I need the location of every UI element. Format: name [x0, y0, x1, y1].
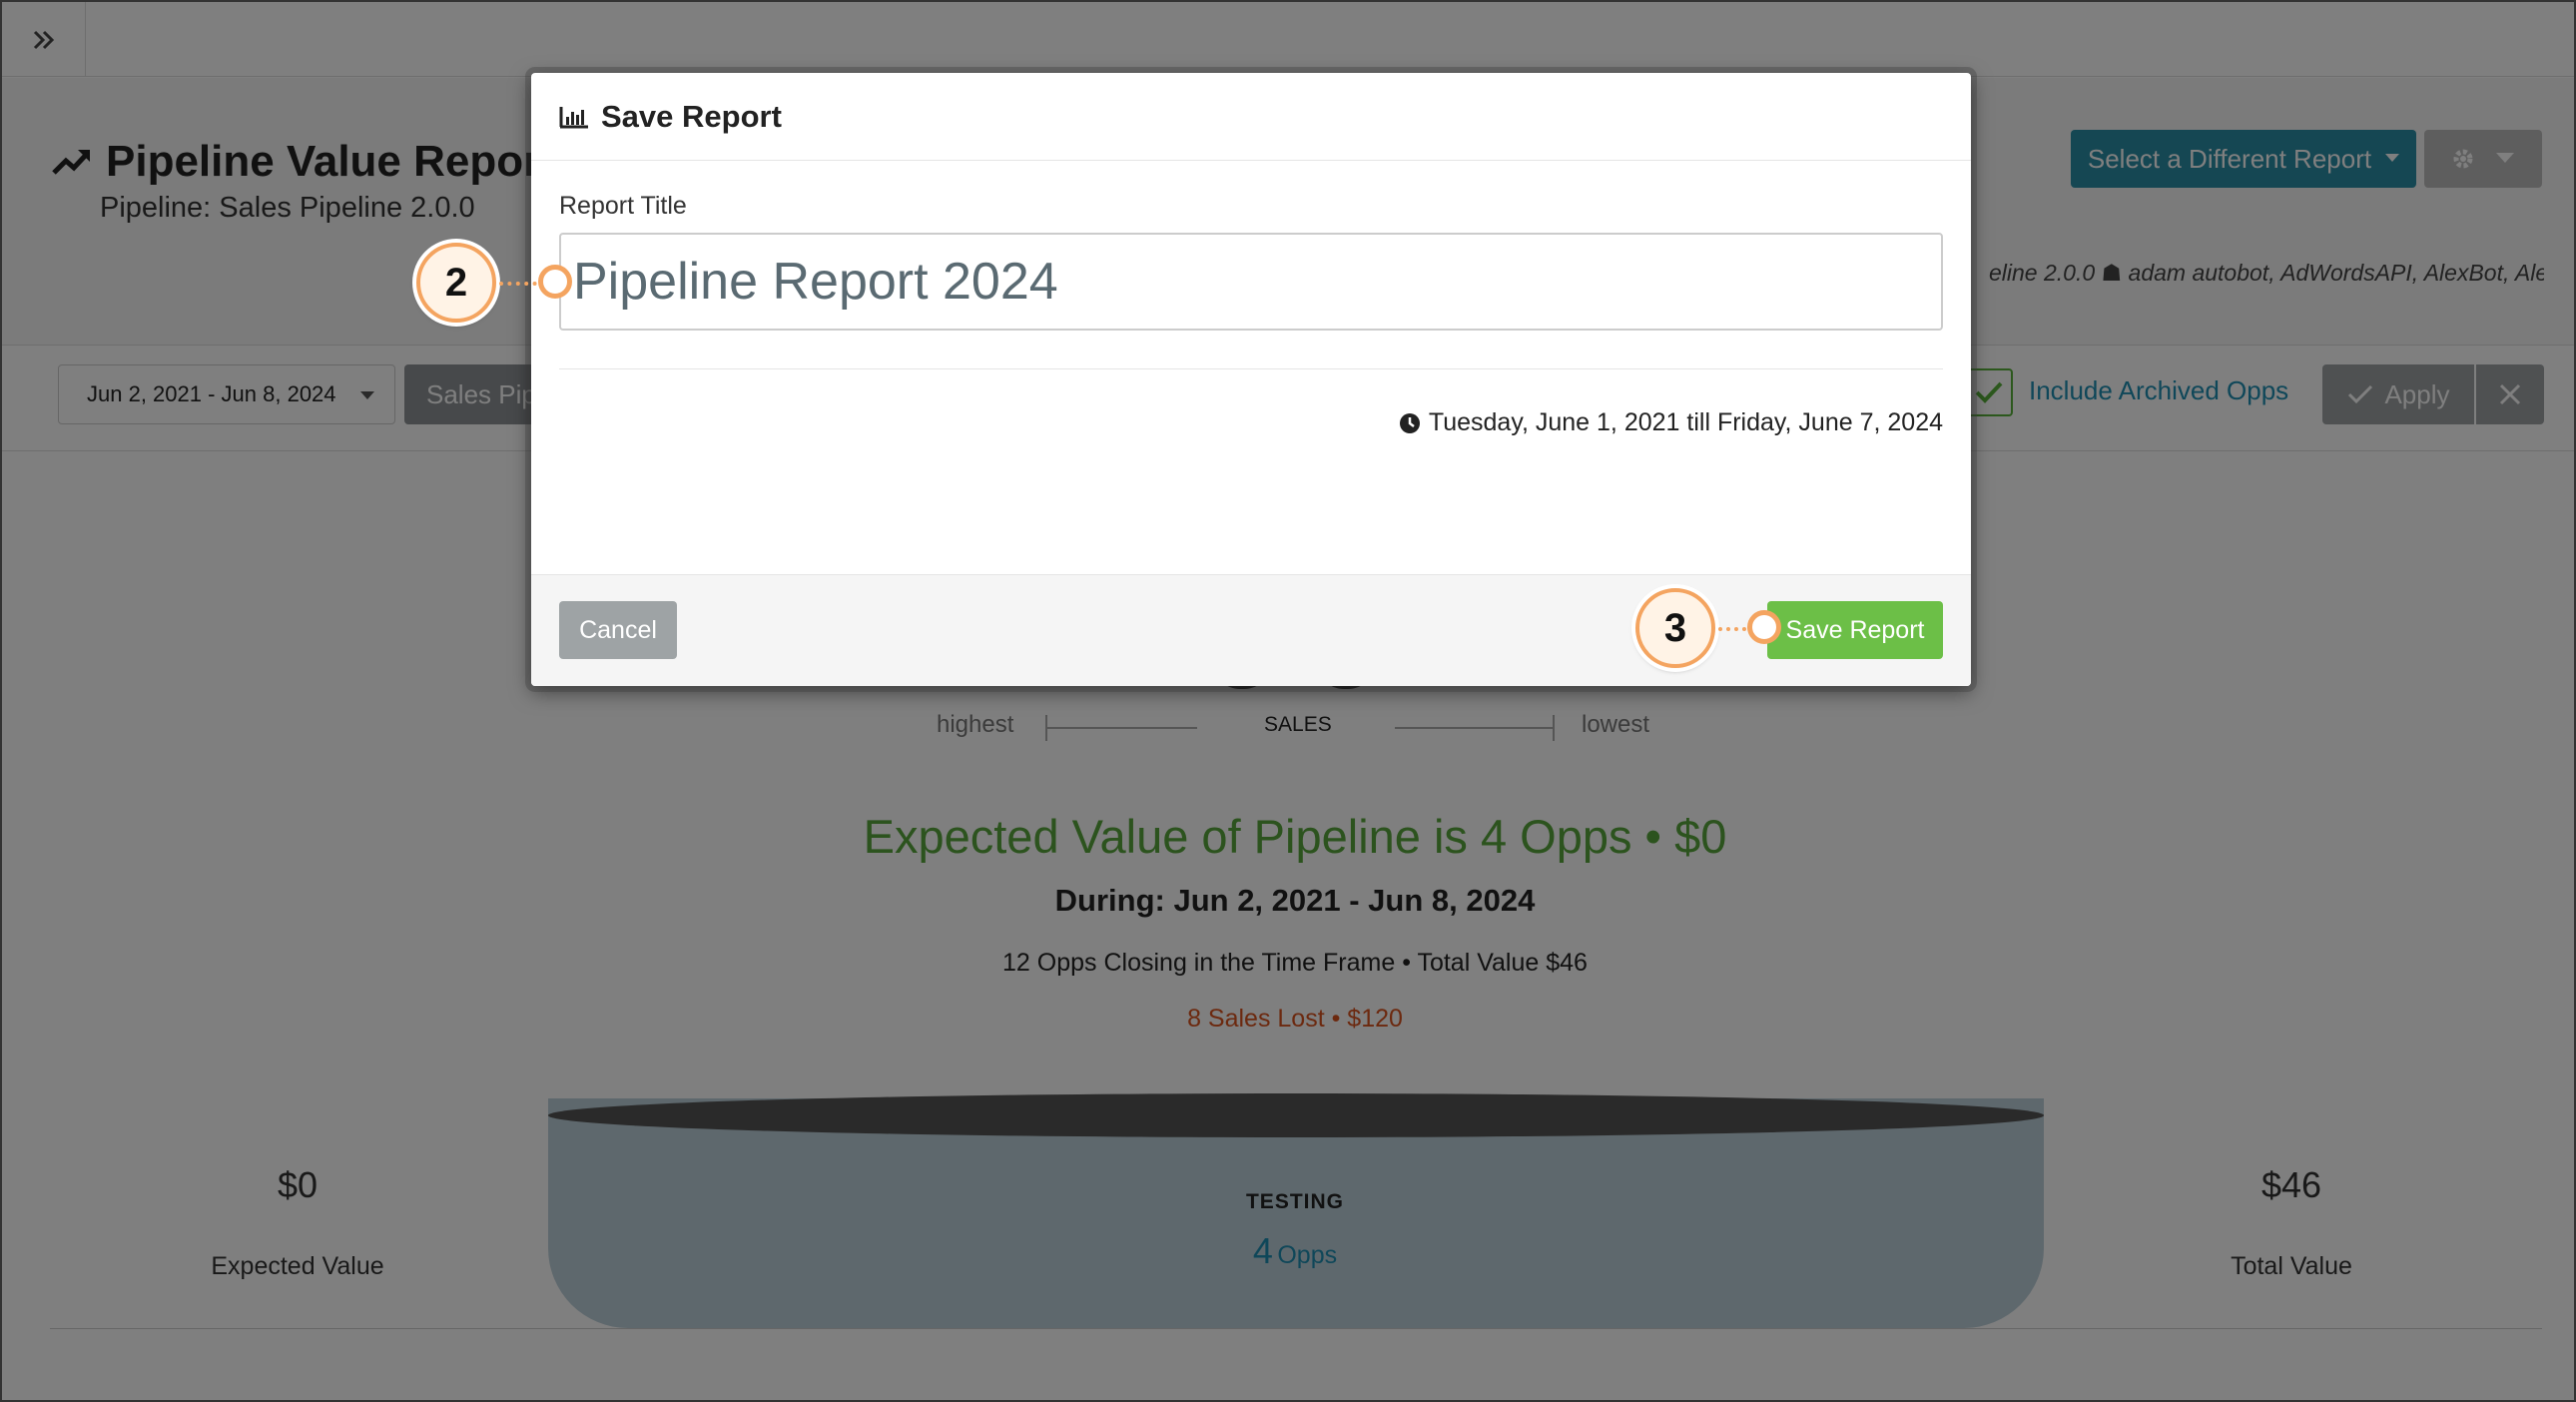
bar-chart-icon	[559, 106, 588, 128]
callout-target-ring	[538, 265, 572, 299]
modal-header: Save Report	[531, 73, 1971, 161]
cancel-button[interactable]: Cancel	[559, 601, 677, 659]
clock-icon	[1399, 412, 1420, 433]
step-2-callout: 2	[416, 243, 496, 323]
save-report-button[interactable]: Save Report	[1767, 601, 1943, 659]
step-3-callout: 3	[1635, 588, 1715, 668]
save-report-modal: Save Report Report Title Tuesday, June 1…	[531, 73, 1971, 686]
report-date-range: Tuesday, June 1, 2021 till Friday, June …	[559, 408, 1943, 437]
app-window: Pipeline Value Report Pipeline: Sales Pi…	[0, 0, 2576, 1402]
date-range-text: Tuesday, June 1, 2021 till Friday, June …	[1428, 408, 1943, 436]
divider	[559, 368, 1943, 369]
modal-title: Save Report	[601, 98, 782, 134]
report-title-label: Report Title	[559, 192, 687, 220]
callout-target-ring	[1747, 610, 1781, 644]
report-title-input[interactable]	[559, 233, 1943, 331]
